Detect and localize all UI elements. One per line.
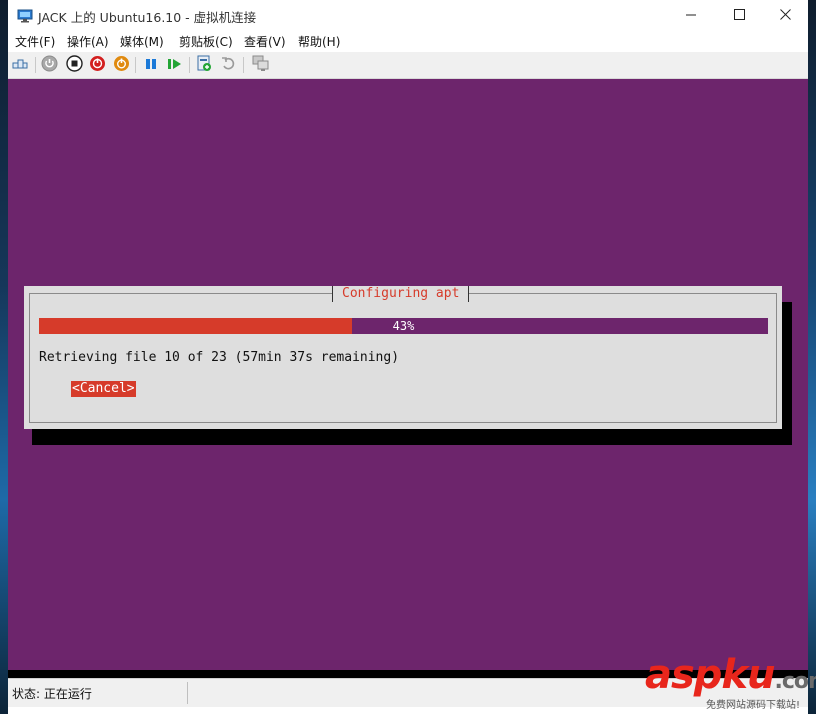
turn-off-icon bbox=[65, 54, 83, 76]
ctrl-alt-del-button[interactable] bbox=[11, 56, 29, 74]
enhanced-session-icon bbox=[252, 55, 269, 76]
cancel-button[interactable]: <Cancel> bbox=[71, 381, 136, 397]
progress-label: 43% bbox=[392, 319, 415, 333]
menu-help[interactable]: 帮助(H) bbox=[298, 33, 340, 50]
revert-button[interactable] bbox=[219, 56, 237, 74]
checkpoint-button[interactable] bbox=[195, 55, 213, 76]
toolbar-separator bbox=[35, 57, 36, 73]
menu-view[interactable]: 查看(V) bbox=[244, 33, 286, 50]
download-status-text: Retrieving file 10 of 23 (57min 37s rema… bbox=[39, 350, 400, 365]
watermark-brand: aspku bbox=[645, 652, 776, 698]
resume-icon bbox=[167, 56, 183, 75]
menu-media[interactable]: 媒体(M) bbox=[120, 33, 164, 50]
shutdown-icon bbox=[89, 55, 106, 76]
vm-connect-app-icon bbox=[17, 8, 33, 23]
toolbar bbox=[8, 52, 808, 79]
revert-icon bbox=[221, 56, 236, 75]
dialog-title: Configuring apt bbox=[332, 286, 470, 302]
save-button[interactable] bbox=[112, 55, 130, 76]
start-icon bbox=[41, 55, 58, 76]
minimize-button[interactable] bbox=[668, 0, 714, 31]
turn-off-button[interactable] bbox=[65, 54, 83, 76]
menu-action[interactable]: 操作(A) bbox=[67, 33, 109, 50]
watermark-logo: aspku.com bbox=[645, 655, 816, 702]
minimize-icon bbox=[685, 8, 697, 24]
installer-dialog: Configuring apt 43% Retrieving file 10 o… bbox=[24, 286, 782, 429]
pause-icon bbox=[144, 56, 158, 75]
ctrl-alt-del-icon bbox=[12, 56, 28, 75]
enhanced-session-button[interactable] bbox=[251, 55, 269, 76]
toolbar-separator bbox=[135, 57, 136, 73]
resume-button[interactable] bbox=[166, 56, 184, 74]
shutdown-button[interactable] bbox=[88, 55, 106, 76]
close-button[interactable] bbox=[762, 0, 808, 31]
close-icon bbox=[779, 8, 791, 24]
toolbar-separator bbox=[189, 57, 190, 73]
maximize-button[interactable] bbox=[716, 0, 762, 31]
checkpoint-icon bbox=[196, 55, 212, 76]
menu-clipboard[interactable]: 剪贴板(C) bbox=[179, 33, 233, 50]
status-divider bbox=[187, 682, 188, 704]
vm-connection-window: JACK 上的 Ubuntu16.10 - 虚拟机连接 文件(F) 操作(A) … bbox=[8, 0, 808, 714]
watermark-subtitle: 免费网站源码下载站! bbox=[706, 700, 801, 711]
desktop-background-left bbox=[0, 0, 8, 714]
progress-bar: 43% bbox=[39, 318, 768, 334]
menu-file[interactable]: 文件(F) bbox=[15, 33, 55, 50]
vm-screen[interactable]: Configuring apt 43% Retrieving file 10 o… bbox=[8, 79, 808, 670]
desktop-background-right bbox=[808, 0, 816, 714]
start-button[interactable] bbox=[40, 55, 58, 76]
toolbar-separator bbox=[243, 57, 244, 73]
maximize-icon bbox=[733, 8, 745, 24]
title-bar[interactable]: JACK 上的 Ubuntu16.10 - 虚拟机连接 bbox=[8, 0, 808, 31]
menu-bar: 文件(F) 操作(A) 媒体(M) 剪贴板(C) 查看(V) 帮助(H) bbox=[8, 31, 808, 52]
pause-button[interactable] bbox=[142, 56, 160, 74]
save-icon bbox=[113, 55, 130, 76]
window-title: JACK 上的 Ubuntu16.10 - 虚拟机连接 bbox=[38, 10, 257, 25]
watermark-suffix: .com bbox=[774, 669, 816, 694]
vm-status-text: 状态: 正在运行 bbox=[12, 687, 92, 701]
